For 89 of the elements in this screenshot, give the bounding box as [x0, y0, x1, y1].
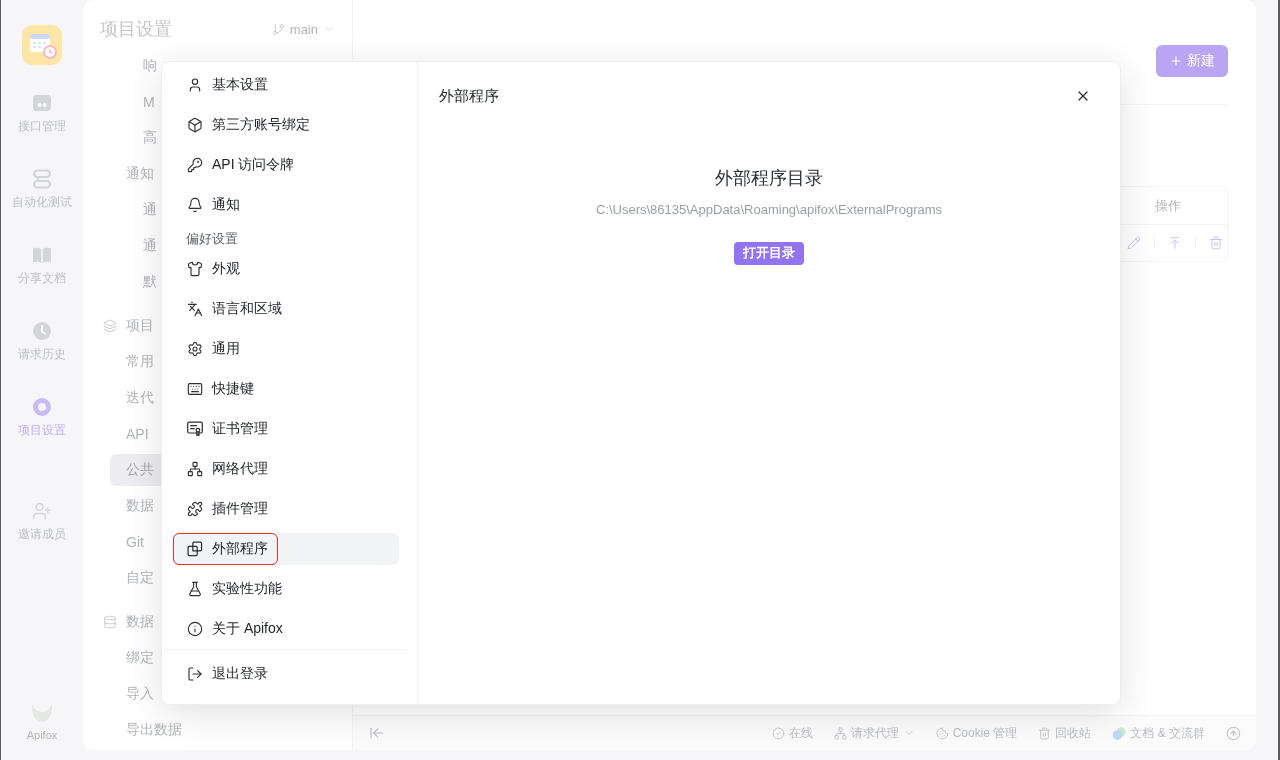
menu-item[interactable]: 实验性功能	[173, 573, 399, 605]
nav-item[interactable]: 绑定	[110, 642, 161, 674]
branch-selector[interactable]: main	[271, 21, 335, 37]
nav-item[interactable]: Git	[110, 526, 161, 558]
cookie-icon	[935, 726, 949, 740]
nav-item[interactable]: 自定	[110, 562, 161, 594]
menu-item[interactable]: 退出登录	[173, 658, 399, 690]
group-heading: 数据	[126, 613, 154, 631]
menu-item[interactable]: 插件管理	[173, 493, 399, 525]
status-item[interactable]: 文档 & 交流群	[1112, 724, 1205, 742]
ring-icon	[32, 397, 52, 417]
nav-item[interactable]: 通	[110, 230, 161, 262]
user-plus-icon	[32, 501, 52, 521]
settings-icon	[187, 341, 203, 357]
network-icon	[187, 461, 203, 477]
group-heading: 项目	[126, 317, 154, 335]
nav-item[interactable]: 数据	[110, 490, 161, 522]
panel-title: 项目设置	[100, 18, 172, 41]
plus-icon	[1169, 54, 1183, 68]
database-icon	[103, 615, 117, 629]
book-icon	[32, 245, 52, 265]
move-top-button[interactable]	[1168, 236, 1182, 250]
menu-heading: 偏好设置	[186, 231, 239, 247]
open-directory-button[interactable]: 打开目录	[734, 242, 804, 265]
status-item[interactable]: 回收站	[1038, 724, 1092, 742]
nav-item[interactable]: 响	[110, 50, 161, 82]
menu-item[interactable]: 快捷键	[173, 373, 399, 405]
network-icon	[833, 726, 847, 740]
menu-item[interactable]: 语言和区域	[173, 293, 399, 325]
nav-item[interactable]: 公共	[110, 454, 161, 486]
menu-item[interactable]: 第三方账号绑定	[173, 109, 399, 141]
layers-icon	[103, 319, 117, 333]
status-item[interactable]: Cookie 管理	[935, 724, 1018, 742]
trash-icon	[1038, 726, 1052, 740]
overlap-squares-icon	[187, 541, 203, 557]
dialog-title: 外部程序	[439, 86, 499, 106]
menu-item[interactable]: 关于 Apifox	[173, 613, 399, 645]
column-header: 操作	[1155, 196, 1181, 215]
status-item[interactable]: 在线	[771, 724, 813, 742]
delete-button[interactable]	[1209, 236, 1223, 250]
shirt-icon	[187, 261, 203, 277]
info-icon	[187, 621, 203, 637]
nav-item[interactable]: 导出数据	[110, 714, 182, 746]
status-item[interactable]: 请求代理	[833, 724, 915, 742]
menu-item[interactable]: 通用	[173, 333, 399, 365]
nav-item[interactable]: 导入	[110, 678, 161, 710]
rail-item[interactable]: 项目设置	[18, 397, 66, 438]
arrow-up-line-icon	[1168, 236, 1182, 250]
keyboard-icon	[187, 381, 203, 397]
arrow-up-circle-icon[interactable]	[1226, 725, 1241, 741]
nav-item[interactable]: 通	[110, 194, 161, 226]
nav-item[interactable]: API	[110, 418, 161, 450]
arrow-left-line-icon[interactable]	[369, 725, 385, 741]
card-icon	[32, 93, 52, 113]
user-icon	[187, 77, 203, 93]
cube-icon	[187, 117, 203, 133]
menu-item[interactable]: 网络代理	[173, 453, 399, 485]
key-icon	[187, 157, 203, 173]
nav-item[interactable]: 通知	[110, 158, 161, 190]
calendar-clock-icon	[22, 25, 62, 65]
nav-item[interactable]: 高	[110, 122, 161, 154]
check-circle-icon	[771, 726, 785, 740]
menu-item[interactable]: 外观	[173, 253, 399, 285]
puzzle-icon	[187, 501, 203, 517]
nav-item[interactable]: 迭代	[110, 382, 161, 414]
nav-item[interactable]: M	[110, 86, 161, 118]
branch-icon	[271, 22, 285, 36]
trash-icon	[1209, 236, 1223, 250]
bell-icon	[187, 197, 203, 213]
clock-icon	[32, 321, 52, 341]
new-button[interactable]: 新建	[1156, 45, 1228, 77]
brand-name: Apifox	[26, 728, 58, 742]
translate-icon	[187, 301, 203, 317]
menu-item[interactable]: API 访问令牌	[173, 149, 399, 181]
directory-heading: 外部程序目录	[715, 167, 823, 190]
edit-button[interactable]	[1127, 236, 1141, 250]
nav-item[interactable]: 默	[110, 266, 161, 298]
menu-item[interactable]: 通知	[173, 189, 399, 221]
edit-icon	[1127, 236, 1141, 250]
logout-icon	[187, 666, 203, 682]
menu-item[interactable]: 外部程序	[173, 533, 399, 565]
stacked-bars-icon	[32, 169, 52, 189]
menu-item[interactable]: 基本设置	[173, 69, 399, 101]
chat-bubbles-icon	[1112, 726, 1127, 740]
flask-icon	[187, 581, 203, 597]
certificate-icon	[187, 421, 203, 437]
menu-item[interactable]: 证书管理	[173, 413, 399, 445]
nav-item[interactable]: 常用	[110, 346, 161, 378]
directory-path: C:\Users\86135\AppData\Roaming\apifox\ExternalPrograms	[595, 201, 943, 219]
